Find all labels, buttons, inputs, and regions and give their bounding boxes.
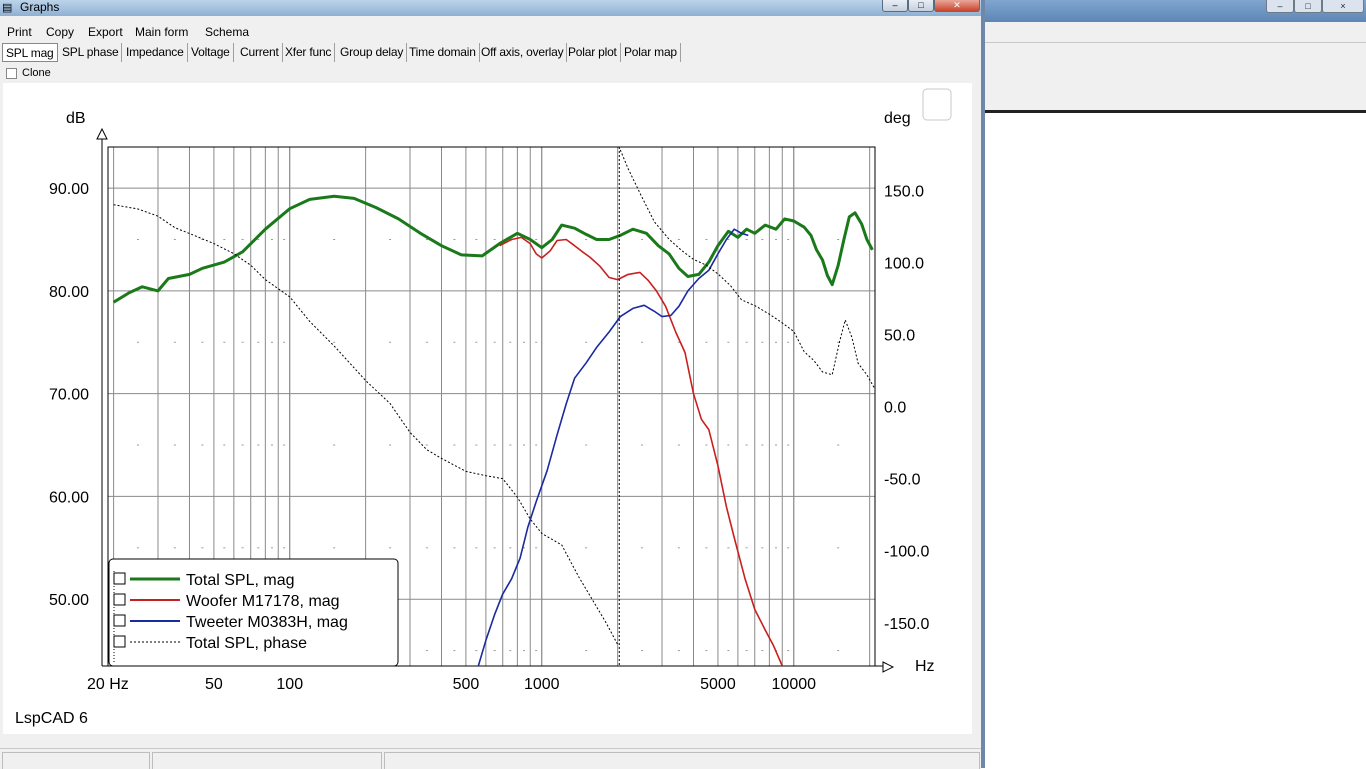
- tab-polar-plot[interactable]: Polar plot: [565, 43, 621, 62]
- left-axis-unit: dB: [66, 110, 86, 127]
- tab-impedance[interactable]: Impedance: [123, 43, 188, 62]
- window-titlebar: ▤ Graphs – □ ✕: [0, 0, 981, 16]
- y2-tick-label: -150.0: [884, 616, 929, 633]
- minimize-button[interactable]: –: [882, 0, 908, 12]
- legend-label: Total SPL, phase: [186, 635, 307, 652]
- x-axis-arrow: [882, 661, 895, 673]
- window-title: Graphs: [20, 0, 60, 14]
- x-tick-label: 100: [276, 676, 303, 693]
- tab-group-delay[interactable]: Group delay: [337, 43, 408, 62]
- legend-label: Total SPL, mag: [186, 572, 295, 589]
- corner-toggle-button[interactable]: [922, 88, 952, 121]
- x-tick-label: 5000: [700, 676, 736, 693]
- app-icon: ▤: [2, 2, 13, 14]
- maximize-button[interactable]: □: [908, 0, 934, 12]
- legend: Total SPL, mag Woofer M17178, mag Tweeter …: [108, 558, 399, 667]
- y2-tick-label: 100.0: [884, 255, 924, 272]
- menu-main-form[interactable]: Main form: [135, 25, 188, 39]
- x-axis-unit: Hz: [915, 658, 935, 675]
- background-divider: [985, 42, 1366, 43]
- series-line-1: [112, 194, 874, 304]
- series-line-3: [477, 228, 749, 666]
- tab-polar-map[interactable]: Polar map: [621, 43, 681, 62]
- status-segment-1: [2, 752, 150, 769]
- y2-tick-label: 150.0: [884, 183, 924, 200]
- tab-spl-phase[interactable]: SPL phase: [59, 43, 123, 62]
- x-tick-label: 20 Hz: [87, 676, 129, 693]
- tab-current[interactable]: Current: [237, 43, 283, 62]
- y-tick-label: 60.00: [49, 489, 89, 506]
- y2-tick-label: 50.0: [884, 327, 915, 344]
- background-close-button[interactable]: ×: [1322, 0, 1364, 13]
- graph-panel: 90.00 80.00 70.00 60.00 50.00 150.0 100.0 50.0 0…: [3, 83, 972, 734]
- tab-voltage[interactable]: Voltage: [188, 43, 234, 62]
- y-tick-label: 70.00: [49, 387, 89, 404]
- status-segment-2: [152, 752, 382, 769]
- legend-checkbox: [113, 572, 126, 585]
- tab-xfer-func[interactable]: Xfer func: [282, 43, 336, 62]
- status-segment-3: [384, 752, 980, 769]
- legend-label: Tweeter M0383H, mag: [186, 614, 348, 631]
- x-tick-label: 10000: [772, 676, 817, 693]
- y-axis-arrow: [96, 127, 108, 140]
- right-axis-unit: deg: [884, 110, 911, 127]
- graph-tabs: SPL mag SPL phase Impedance Voltage Curr…: [2, 43, 982, 64]
- y2-tick-label: 0.0: [884, 400, 906, 417]
- status-bar: [0, 748, 981, 769]
- legend-checkbox: [113, 593, 126, 606]
- close-button[interactable]: ✕: [934, 0, 980, 12]
- clone-checkbox[interactable]: [6, 68, 17, 79]
- menu-export[interactable]: Export: [88, 25, 123, 39]
- legend-checkbox: [113, 635, 126, 648]
- tab-spl-mag[interactable]: SPL mag: [2, 43, 58, 62]
- tab-time-domain[interactable]: Time domain: [406, 43, 480, 62]
- app-watermark: LspCAD 6: [15, 710, 88, 727]
- background-minimize-button[interactable]: –: [1266, 0, 1294, 13]
- x-tick-label: 1000: [524, 676, 560, 693]
- graphs-window: ▤ Graphs – □ ✕ Print Copy Export Main fo…: [0, 0, 985, 769]
- tab-off-axis-overlay[interactable]: Off axis, overlay: [478, 43, 568, 62]
- y2-tick-label: -100.0: [884, 544, 929, 561]
- menu-copy[interactable]: Copy: [46, 25, 74, 39]
- legend-label: Woofer M17178, mag: [186, 593, 340, 610]
- legend-checkbox: [113, 614, 126, 627]
- y-tick-label: 80.00: [49, 284, 89, 301]
- spl-chart: 90.00 80.00 70.00 60.00 50.00 150.0 100.0 50.0 0…: [15, 88, 952, 727]
- menu-print[interactable]: Print: [7, 25, 32, 39]
- background-maximize-button[interactable]: □: [1294, 0, 1322, 13]
- y-tick-label: 90.00: [49, 181, 89, 198]
- background-window-toolbar: [985, 22, 1366, 113]
- x-tick-label: 50: [205, 676, 223, 693]
- menu-bar: Print Copy Export Main form Schema: [0, 22, 980, 42]
- y-tick-label: 50.00: [49, 592, 89, 609]
- x-tick-label: 500: [453, 676, 480, 693]
- y2-tick-label: -50.0: [884, 472, 921, 489]
- menu-schema[interactable]: Schema: [205, 25, 249, 39]
- clone-label: Clone: [22, 67, 51, 79]
